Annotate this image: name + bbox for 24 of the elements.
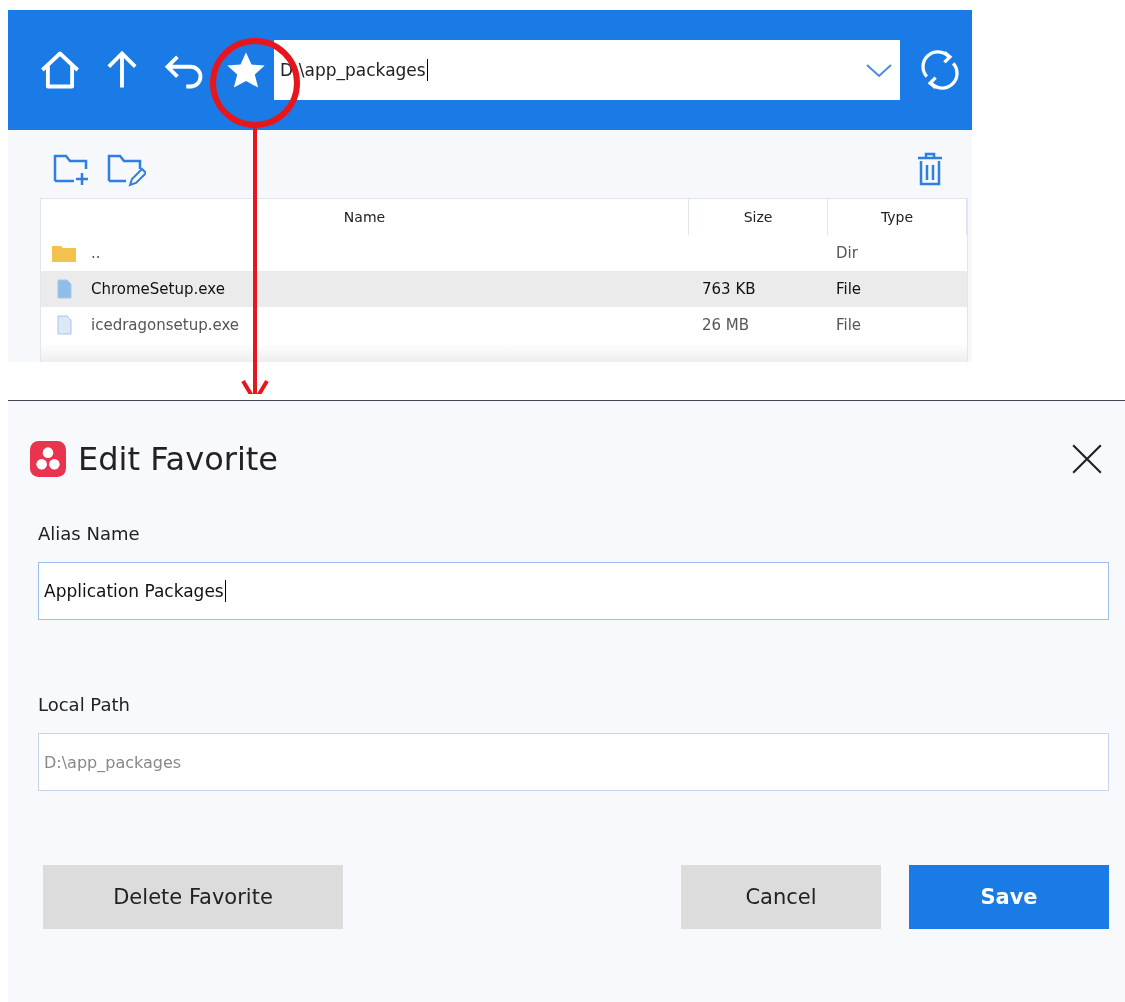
column-header[interactable]: Name [41, 199, 689, 235]
file-row[interactable]: .. Dir [41, 235, 967, 271]
file-name: ChromeSetup.exe [91, 280, 225, 298]
file-name: icedragonsetup.exe [91, 316, 240, 334]
file-size: 26 MB [702, 316, 750, 334]
app-logo-icon [30, 441, 66, 477]
file-type: File [836, 316, 862, 334]
column-header[interactable]: Type [828, 199, 967, 235]
file-size: 763 KB [702, 280, 756, 298]
file-type: File [836, 280, 862, 298]
column-header[interactable]: Size [689, 199, 828, 235]
file-name: .. [91, 244, 101, 262]
file-row[interactable]: icedragonsetup.exe 26 MB File [41, 307, 967, 343]
file-type: Dir [836, 244, 858, 262]
refresh-icon[interactable] [918, 48, 962, 92]
field-label: Local Path [38, 694, 131, 715]
dialog-button[interactable]: Delete Favorite [43, 865, 343, 929]
dialog-title: Edit Favorite [78, 440, 278, 478]
file-row[interactable]: ChromeSetup.exe 763 KB File [41, 271, 967, 307]
dialog-button[interactable]: Save [909, 865, 1109, 929]
input-field[interactable]: Application Packages [38, 562, 1109, 620]
field-label: Alias Name [38, 523, 141, 544]
dialog-button[interactable]: Cancel [681, 865, 881, 929]
close-icon[interactable] [1071, 443, 1103, 475]
